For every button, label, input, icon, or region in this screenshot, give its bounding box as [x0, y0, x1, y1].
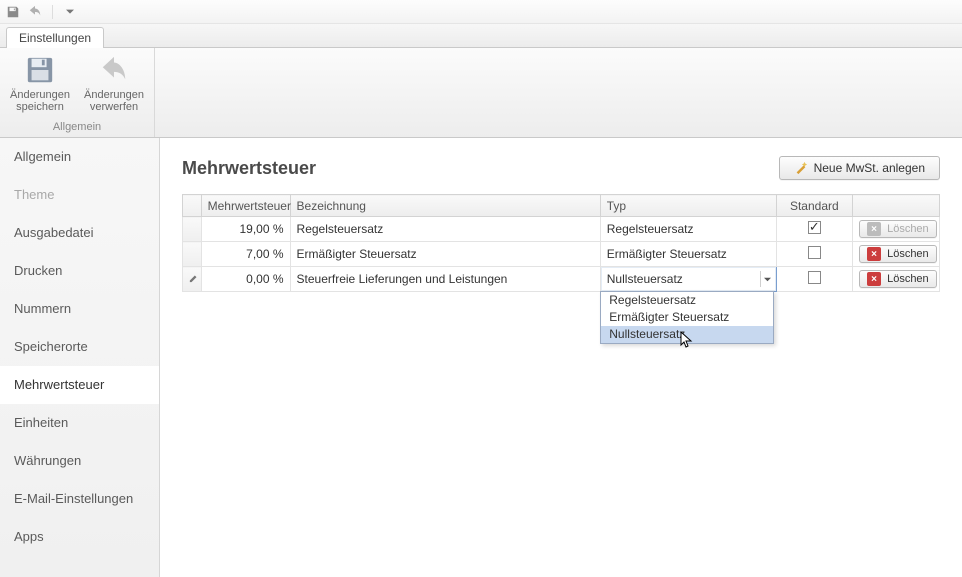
cell-action: × Löschen — [853, 267, 940, 292]
table-row: 19,00 %RegelsteuersatzRegelsteuersatz×Lö… — [183, 217, 940, 242]
sidebar-item[interactable]: Währungen — [0, 442, 159, 480]
header-type[interactable]: Typ — [600, 195, 776, 217]
sidebar-item[interactable]: Mehrwertsteuer — [0, 366, 159, 404]
header-rowhandle — [183, 195, 202, 217]
table-row: 7,00 %Ermäßigter SteuersatzErmäßigter St… — [183, 242, 940, 267]
cell-standard[interactable] — [776, 267, 853, 292]
new-vat-label: Neue MwSt. anlegen — [814, 161, 925, 175]
cell-rate[interactable]: 7,00 % — [201, 242, 290, 267]
row-handle[interactable] — [183, 217, 202, 242]
delete-label: Löschen — [887, 273, 929, 285]
save-icon[interactable] — [6, 5, 20, 19]
dropdown-option[interactable]: Nullsteuersatz — [601, 326, 773, 343]
sidebar-item[interactable]: Allgemein — [0, 138, 159, 176]
cell-type[interactable]: Nullsteuersatz — [600, 267, 776, 292]
ribbon-tabstrip: Einstellungen — [0, 24, 962, 48]
save-changes-button[interactable]: Änderungen speichern — [8, 52, 72, 120]
main-panel: Mehrwertsteuer Neue MwSt. anlegen — [160, 138, 962, 577]
row-handle[interactable] — [183, 242, 202, 267]
qat-customize-icon[interactable] — [63, 5, 77, 19]
cell-rate[interactable]: 0,00 % — [201, 267, 290, 292]
sidebar-item[interactable]: Nummern — [0, 290, 159, 328]
discard-changes-label: Änderungen verwerfen — [82, 89, 146, 113]
cell-action: × Löschen — [853, 217, 940, 242]
header-standard[interactable]: Standard — [776, 195, 853, 217]
sidebar-item[interactable]: Speicherorte — [0, 328, 159, 366]
cell-desc[interactable]: Regelsteuersatz — [290, 217, 600, 242]
cell-standard[interactable] — [776, 242, 853, 267]
quick-access-toolbar — [0, 0, 962, 24]
wand-icon — [794, 161, 808, 175]
new-vat-button[interactable]: Neue MwSt. anlegen — [779, 156, 940, 180]
ribbon-group-label: Allgemein — [8, 120, 146, 135]
floppy-icon — [24, 54, 56, 86]
delete-button[interactable]: × Löschen — [859, 270, 937, 288]
dropdown-option[interactable]: Ermäßigter Steuersatz — [601, 309, 773, 326]
undo-large-icon — [98, 54, 130, 86]
ribbon: Änderungen speichern Änderungen verwerfe… — [0, 48, 962, 138]
vat-grid: Mehrwertsteuer Bezeichnung Typ Standard … — [182, 194, 940, 292]
checkbox-icon[interactable] — [808, 246, 821, 259]
delete-x-icon: × — [867, 222, 881, 236]
sidebar-item[interactable]: Einheiten — [0, 404, 159, 442]
save-changes-label: Änderungen speichern — [8, 89, 72, 113]
cell-rate[interactable]: 19,00 % — [201, 217, 290, 242]
sidebar-item[interactable]: Drucken — [0, 252, 159, 290]
delete-x-icon: × — [867, 247, 881, 261]
settings-sidebar: AllgemeinThemeAusgabedateiDruckenNummern… — [0, 138, 160, 577]
delete-button: × Löschen — [859, 220, 937, 238]
qat-separator — [52, 5, 53, 19]
delete-label: Löschen — [887, 248, 929, 260]
delete-label: Löschen — [887, 223, 929, 235]
cell-type[interactable]: Ermäßigter Steuersatz — [600, 242, 776, 267]
checkbox-icon[interactable] — [808, 271, 821, 284]
cell-desc[interactable]: Steuerfreie Lieferungen und Leistungen — [290, 267, 600, 292]
delete-button[interactable]: × Löschen — [859, 245, 937, 263]
header-actions — [853, 195, 940, 217]
cell-standard[interactable] — [776, 217, 853, 242]
ribbon-group-general: Änderungen speichern Änderungen verwerfe… — [0, 48, 155, 137]
cell-action: × Löschen — [853, 242, 940, 267]
sidebar-item[interactable]: Apps — [0, 518, 159, 556]
cell-type[interactable]: Regelsteuersatz — [600, 217, 776, 242]
row-handle[interactable] — [183, 267, 202, 292]
sidebar-item[interactable]: Theme — [0, 176, 159, 214]
page-title: Mehrwertsteuer — [182, 158, 316, 179]
sidebar-item[interactable]: Ausgabedatei — [0, 214, 159, 252]
checkbox-icon[interactable] — [808, 221, 821, 234]
tab-settings[interactable]: Einstellungen — [6, 27, 104, 48]
dropdown-option[interactable]: Regelsteuersatz — [601, 292, 773, 309]
header-desc[interactable]: Bezeichnung — [290, 195, 600, 217]
table-row: 0,00 %Steuerfreie Lieferungen und Leistu… — [183, 267, 940, 292]
type-dropdown-popup[interactable]: RegelsteuersatzErmäßigter SteuersatzNull… — [600, 291, 774, 344]
chevron-down-icon[interactable] — [760, 271, 774, 287]
sidebar-item[interactable]: E-Mail-Einstellungen — [0, 480, 159, 518]
discard-changes-button[interactable]: Änderungen verwerfen — [82, 52, 146, 120]
delete-x-icon: × — [867, 272, 881, 286]
header-rate[interactable]: Mehrwertsteuer — [201, 195, 290, 217]
undo-icon[interactable] — [28, 5, 42, 19]
cell-desc[interactable]: Ermäßigter Steuersatz — [290, 242, 600, 267]
